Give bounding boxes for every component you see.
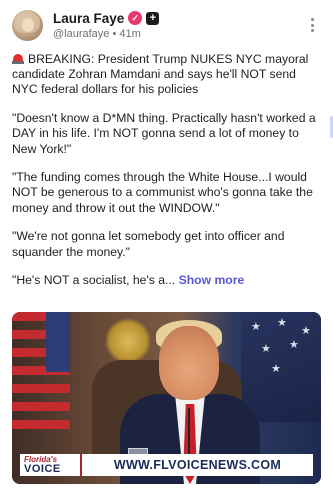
- post-paragraph-2: "Doesn't know a D*MN thing. Practically …: [12, 111, 316, 156]
- post-meta: @laurafaye • 41m: [53, 28, 141, 40]
- banner-logo: Florida's VOICE: [20, 454, 82, 476]
- post-body: BREAKING: President Trump NUKES NYC mayo…: [12, 52, 324, 302]
- logo-bottom-text: VOICE: [24, 463, 61, 475]
- gold-ornament: [104, 318, 152, 364]
- avatar-face: [22, 18, 34, 32]
- post-time: 41m: [119, 28, 141, 40]
- verified-icon: ✓: [128, 11, 143, 25]
- plus-icon[interactable]: +: [146, 11, 160, 25]
- author-row: Laura Faye ✓ +: [53, 10, 160, 26]
- post-header: Laura Faye ✓ + @laurafaye • 41m: [12, 10, 322, 42]
- author-handle[interactable]: @laurafaye: [53, 28, 109, 40]
- post-card: Laura Faye ✓ + @laurafaye • 41m BREAKING…: [0, 0, 333, 500]
- us-flag: [12, 312, 70, 432]
- flag-canton: [46, 312, 70, 372]
- post-paragraph-3: "The funding comes through the White Hou…: [12, 170, 313, 215]
- post-paragraph-1: BREAKING: President Trump NUKES NYC mayo…: [12, 52, 324, 98]
- post-image[interactable]: ★ ★ ★ ★ ★ ★ Florida's VOICE WWW.FLVOICEN…: [12, 312, 321, 484]
- avatar[interactable]: [12, 10, 43, 41]
- show-more-link[interactable]: Show more: [179, 273, 245, 287]
- paragraph-5-text: "He's NOT a socialist, he's a...: [12, 273, 176, 288]
- post-paragraph-4: "We're not gonna let somebody get into o…: [12, 229, 285, 259]
- meta-separator: •: [112, 28, 117, 40]
- more-vertical-icon[interactable]: [304, 16, 320, 34]
- media-banner: Florida's VOICE WWW.FLVOICENEWS.COM: [20, 454, 313, 476]
- author-name[interactable]: Laura Faye: [53, 11, 124, 26]
- siren-icon: [12, 53, 24, 64]
- navy-flag: ★ ★ ★ ★ ★ ★: [241, 312, 321, 422]
- person-head: [159, 326, 219, 400]
- paragraph-1-text: BREAKING: President Trump NUKES NYC mayo…: [12, 52, 309, 97]
- banner-url: WWW.FLVOICENEWS.COM: [113, 458, 282, 472]
- post-paragraph-5: "He's NOT a socialist, he's a... Show mo…: [12, 273, 324, 288]
